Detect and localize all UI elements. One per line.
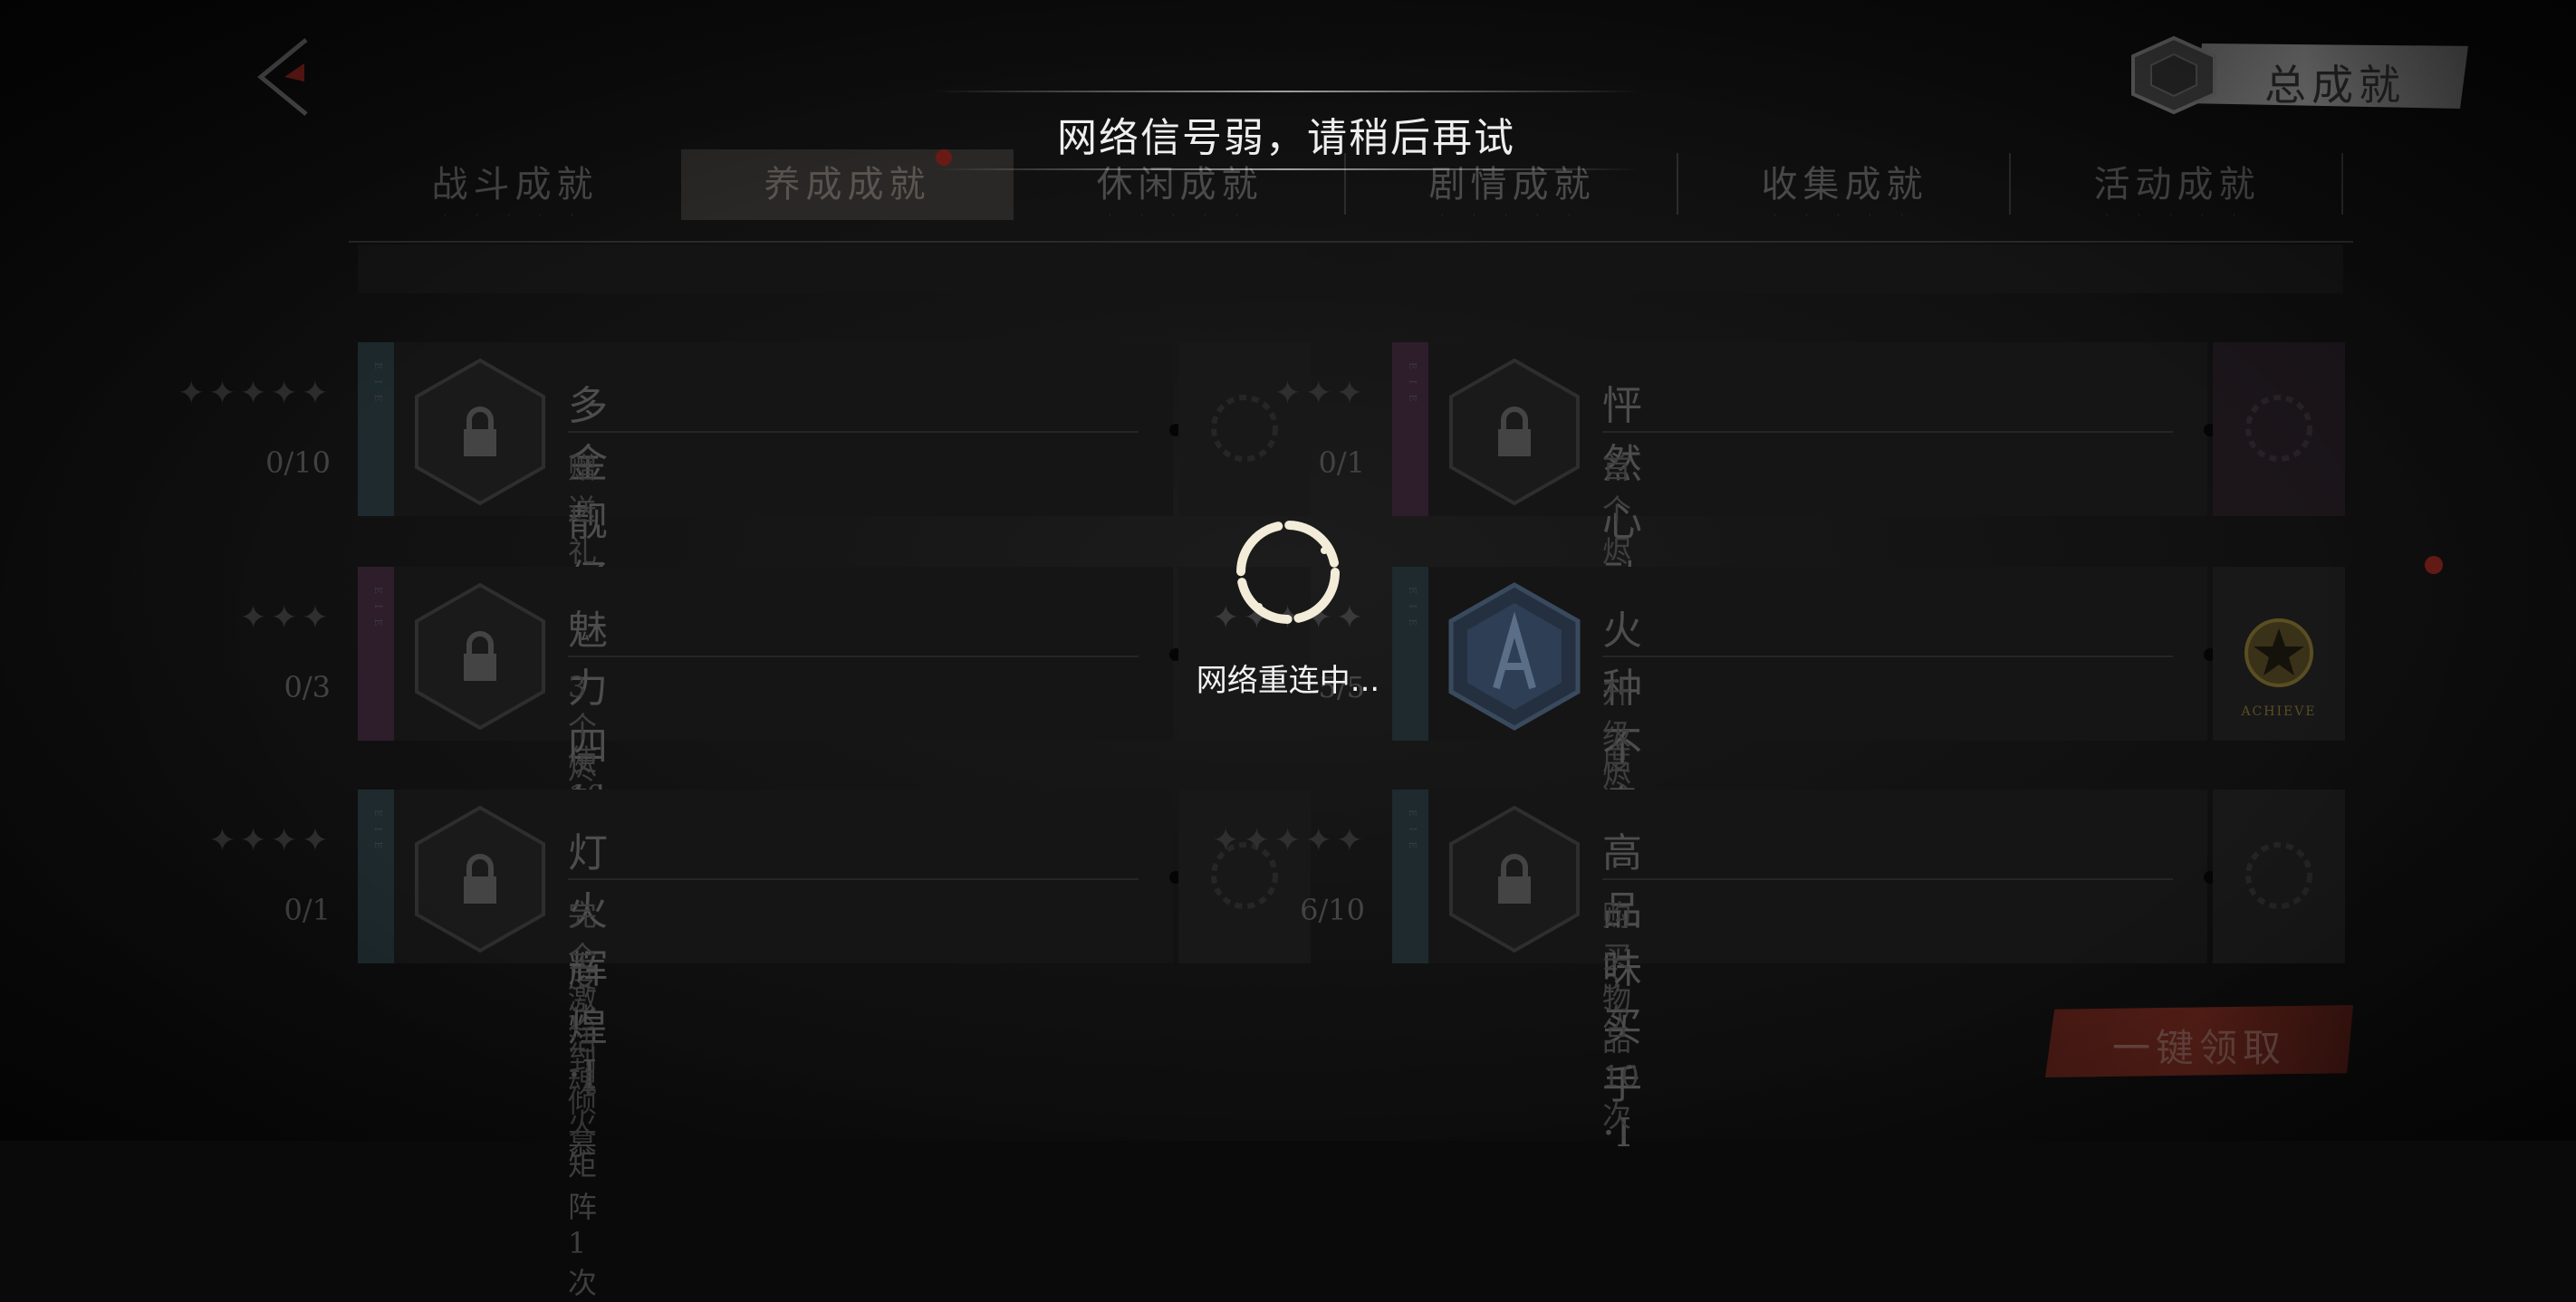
tab-sublabel-decoration: · · · · · <box>2105 209 2249 221</box>
reward-medal-icon <box>2245 842 2312 909</box>
star-rating: ✦✦✦✦ <box>208 822 332 859</box>
notification-dot <box>2425 556 2443 574</box>
loading-spinner-icon <box>1236 521 1340 624</box>
tab-sublabel-decoration: · · · · · <box>1440 209 1584 221</box>
card-divider <box>568 431 1139 433</box>
card-divider <box>1602 431 2173 433</box>
card-divider <box>568 656 1139 657</box>
reward-slot[interactable] <box>2213 790 2345 963</box>
achievement-progress: 0/1 <box>1318 445 1366 480</box>
tab-event[interactable]: 活动成就 · · · · · <box>2011 149 2343 221</box>
locked-badge-icon <box>415 582 545 731</box>
rarity-strip: E I E <box>1392 790 1428 963</box>
tab-sublabel-decoration: · · · · · <box>1773 209 1917 221</box>
achievement-description: 完全激活魂火矩阵1次 <box>568 898 598 1300</box>
achievement-progress: 0/1 <box>284 893 332 927</box>
locked-badge-icon <box>1449 805 1580 953</box>
reward-medal-icon <box>1211 395 1278 462</box>
claim-all-label: 一键领取 <box>2111 1026 2286 1070</box>
network-warning-toast: 网络信号弱，请稍后再试 <box>933 91 1639 170</box>
toast-top-line <box>933 91 1639 92</box>
locked-badge-icon <box>1449 358 1580 506</box>
total-achievements-label: 总成就 <box>2264 61 2406 110</box>
back-arrow-icon <box>257 38 308 116</box>
back-button[interactable] <box>252 36 315 118</box>
reward-slot[interactable] <box>1178 342 1311 516</box>
locked-badge-icon <box>415 805 545 953</box>
tabs-divider-line <box>349 241 2353 243</box>
claim-all-button[interactable]: 一键领取 <box>2045 1005 2353 1077</box>
star-rating: ✦✦✦✦✦ <box>178 375 332 412</box>
rarity-strip: E I E <box>1392 342 1428 516</box>
tab-label: 战斗成就 <box>431 164 599 206</box>
achievement-progress: 0/10 <box>265 445 331 480</box>
achievement-progress: 6/10 <box>1300 893 1365 927</box>
card-divider <box>568 878 1139 880</box>
reward-medal-icon <box>2245 395 2312 462</box>
rarity-strip: E I E <box>358 567 394 741</box>
unlocked-badge-icon <box>1448 582 1581 731</box>
achievement-description: 购买物品10次 <box>1602 898 1639 1134</box>
achievement-progress: 0/3 <box>284 670 332 704</box>
reward-slot[interactable] <box>1178 790 1311 963</box>
reconnecting-text: 网络重连中... <box>1196 663 1380 699</box>
locked-badge-icon <box>415 358 545 506</box>
rarity-strip: E I E <box>1392 567 1428 741</box>
achievement-card-partial[interactable] <box>1392 244 2343 293</box>
tab-label: 收集成就 <box>1761 164 1928 206</box>
tab-sublabel-decoration: · · · · · <box>775 209 919 221</box>
rarity-strip: E I E <box>358 342 394 516</box>
toast-bottom-line <box>933 168 1639 170</box>
reward-slot-claimable[interactable]: ACHIEVE <box>2213 567 2345 741</box>
toast-message: 网络信号弱，请稍后再试 <box>1057 115 1515 161</box>
achievement-emblem-icon <box>2131 35 2216 115</box>
tab-collection[interactable]: 收集成就 · · · · · <box>1678 149 2011 221</box>
tab-combat[interactable]: 战斗成就 · · · · · <box>349 149 681 221</box>
tab-label: 活动成就 <box>2093 164 2261 206</box>
tab-sublabel-decoration: · · · · · <box>443 209 587 221</box>
reward-slot[interactable] <box>2213 342 2345 516</box>
achievement-card-partial[interactable] <box>358 244 1309 293</box>
achieve-label: ACHIEVE <box>2241 704 2317 719</box>
card-divider <box>1602 656 2173 657</box>
achieve-star-medal-icon <box>2244 618 2313 687</box>
star-rating: ✦✦✦ <box>239 599 332 637</box>
tab-sublabel-decoration: · · · · · <box>1108 209 1252 221</box>
total-achievements-button[interactable]: 总成就 <box>2124 34 2479 116</box>
rarity-strip: E I E <box>358 790 394 963</box>
tab-divider <box>2341 153 2343 215</box>
star-rating: ✦✦✦ <box>1274 375 1367 412</box>
card-divider <box>1602 878 2173 880</box>
star-rating: ✦✦✦✦✦ <box>1212 822 1367 859</box>
